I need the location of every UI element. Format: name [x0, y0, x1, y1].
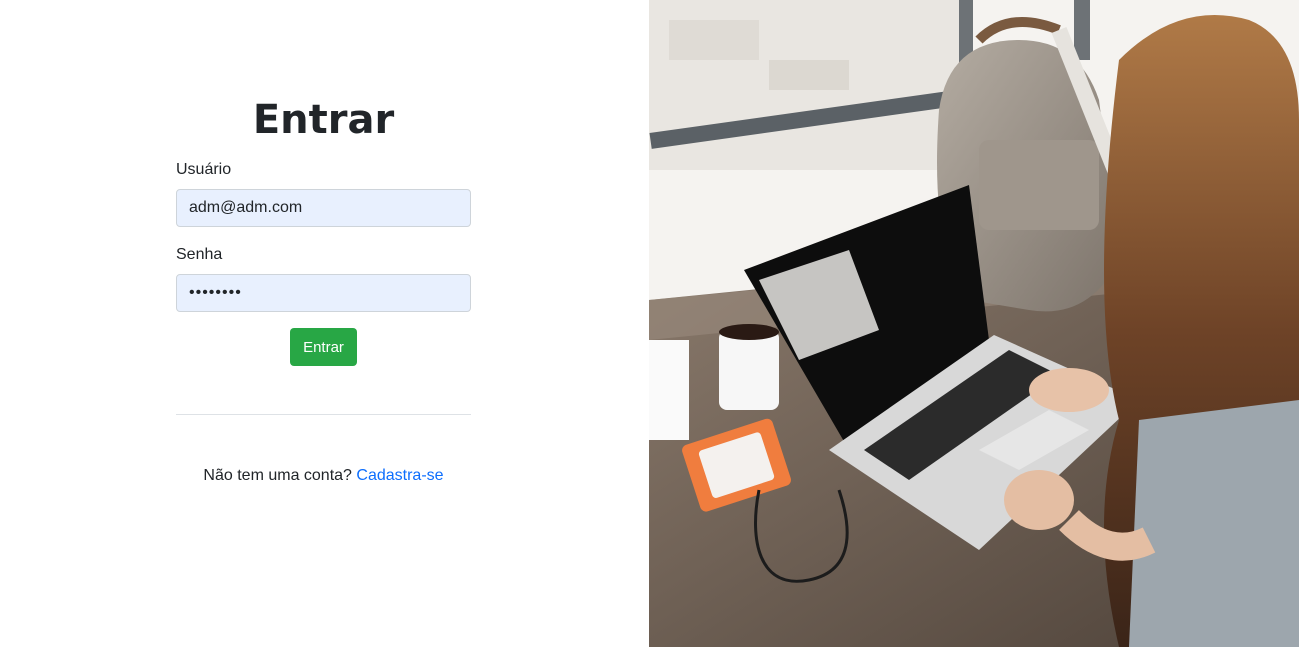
- signup-prompt: Não tem uma conta?: [203, 467, 352, 484]
- signup-link[interactable]: Cadastra-se: [356, 467, 443, 484]
- login-panel: Entrar Usuário Senha Entrar Não tem uma …: [0, 0, 649, 647]
- divider: [176, 414, 471, 415]
- submit-button[interactable]: Entrar: [290, 328, 357, 366]
- page-title: Entrar: [252, 97, 395, 143]
- username-label: Usuário: [176, 161, 232, 178]
- login-page: Entrar Usuário Senha Entrar Não tem uma …: [0, 0, 1299, 647]
- hero-photo-illustration: [649, 0, 1299, 647]
- password-field[interactable]: [176, 274, 471, 312]
- submit-row: Entrar: [176, 328, 471, 366]
- password-label: Senha: [176, 246, 223, 263]
- hero-image: [649, 0, 1299, 647]
- login-form: Entrar Usuário Senha Entrar Não tem uma …: [176, 95, 471, 486]
- signup-row: Não tem uma conta? Cadastra-se: [176, 466, 471, 486]
- username-field[interactable]: [176, 189, 471, 227]
